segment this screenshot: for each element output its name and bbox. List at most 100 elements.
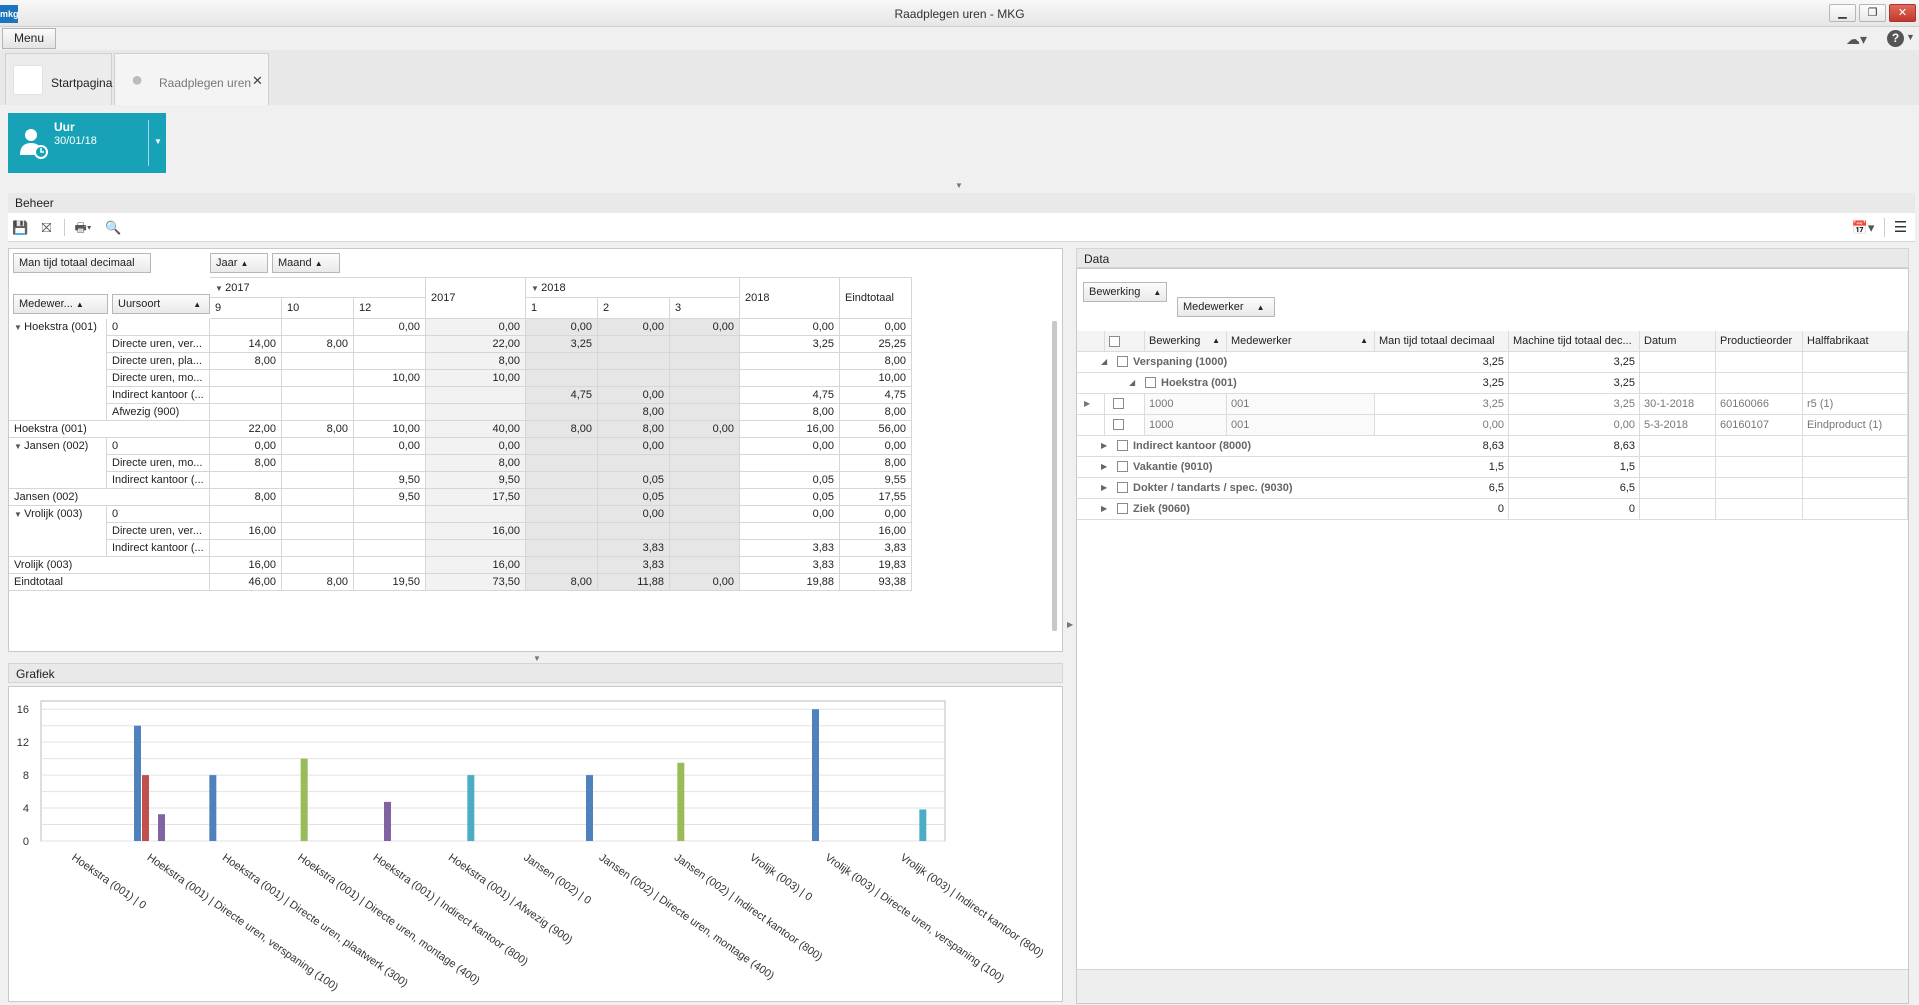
expand-icon[interactable]: ▶	[1101, 457, 1107, 477]
x-tick-label: Hoekstra (001) | Indirect kantoor (800)	[371, 852, 530, 969]
sort-up-icon: ▲	[1256, 303, 1265, 312]
group-machine-tijd: 3,25	[1509, 373, 1640, 394]
group-checkbox[interactable]	[1117, 482, 1128, 493]
pivot-cell: 8,00	[840, 404, 912, 421]
restore-button[interactable]: ❐	[1859, 4, 1886, 22]
empty-cell	[1803, 352, 1908, 373]
empty-cell	[1640, 499, 1716, 520]
cell-bewerking: 1000	[1145, 394, 1227, 415]
pivot-cell	[598, 353, 670, 370]
field-maand[interactable]: Maand ▲	[272, 253, 340, 273]
pivot-cell	[282, 404, 354, 421]
pivot-cell	[282, 387, 354, 404]
expand-icon[interactable]: ▶	[1101, 436, 1107, 456]
pivot-cell	[670, 404, 740, 421]
help-icon[interactable]: ?	[1887, 30, 1904, 47]
vertical-scrollbar[interactable]	[1052, 321, 1057, 631]
footer-bar	[1077, 969, 1908, 1003]
pivot-cell: 0,00	[670, 574, 740, 591]
col-header-2017[interactable]: ▼ 2017	[210, 277, 426, 298]
group-checkbox[interactable]	[1117, 503, 1128, 514]
hamburger-menu-icon[interactable]: ☰	[1892, 220, 1909, 235]
group-field-bewerking[interactable]: Bewerking ▲	[1083, 282, 1167, 302]
column-header-3[interactable]: Machine tijd totaal dec...	[1509, 331, 1640, 352]
print-icon[interactable]: 🖶▾	[70, 220, 96, 235]
pivot-cell	[426, 506, 526, 523]
print-preview-icon[interactable]: 🔍	[105, 220, 122, 235]
field-uursoort[interactable]: Uursoort ▲	[112, 294, 210, 314]
sort-up-icon: ▲	[1212, 336, 1220, 345]
column-header-5[interactable]: Productieorder	[1716, 331, 1803, 352]
close-tab-icon[interactable]: ✕	[252, 73, 263, 89]
save-icon[interactable]: 💾	[12, 220, 29, 235]
column-header-0[interactable]: Bewerking ▲	[1145, 331, 1227, 352]
y-tick-label: 4	[23, 803, 29, 815]
uur-tile[interactable]: Uur 30/01/18 ▼	[8, 113, 166, 173]
collapse-icon[interactable]: ▼	[14, 323, 24, 332]
splitter-arrow-icon[interactable]: ▶	[1067, 620, 1073, 629]
discard-icon[interactable]: ⛝	[38, 220, 55, 235]
chameleon-icon[interactable]: ☁▾	[1846, 31, 1867, 48]
bar	[142, 775, 149, 841]
expand-icon[interactable]: ▶	[1101, 478, 1107, 498]
row-checkbox[interactable]	[1113, 419, 1124, 430]
row-checkbox[interactable]	[1113, 398, 1124, 409]
tab-bar: Startpagina ● Raadplegen uren ✕	[0, 50, 1919, 105]
pivot-cell	[426, 387, 526, 404]
group-row: ▶ Vakantie (9010)	[1077, 457, 1375, 478]
collapse-icon[interactable]: ▼	[14, 510, 24, 519]
pivot-cell: 8,00	[526, 574, 598, 591]
pivot-cell: 4,75	[840, 387, 912, 404]
pivot-cell: 10,00	[354, 370, 426, 387]
col-header-2018[interactable]: ▼ 2018	[526, 277, 740, 298]
menu-button[interactable]: Menu	[2, 28, 56, 49]
column-header-2[interactable]: Man tijd totaal decimaal	[1375, 331, 1509, 352]
group-checkbox[interactable]	[1117, 356, 1128, 367]
sort-up-icon: ▲	[193, 300, 202, 309]
pivot-cell: 8,00	[526, 421, 598, 438]
group-checkbox[interactable]	[1117, 461, 1128, 472]
data-field-button[interactable]: Man tijd totaal decimaal	[13, 253, 151, 273]
col-header-m9: 9	[210, 298, 282, 319]
collapse-arrow-icon[interactable]: ▼	[533, 654, 541, 663]
pivot-cell	[210, 404, 282, 421]
pivot-cell: 19,88	[740, 574, 840, 591]
tile-dropdown-icon[interactable]: ▼	[154, 137, 162, 146]
field-jaar[interactable]: Jaar ▲	[210, 253, 268, 273]
minimize-button[interactable]: ▁	[1829, 4, 1856, 22]
collapse-icon[interactable]: ◢	[1129, 373, 1135, 393]
group-checkbox[interactable]	[1145, 377, 1156, 388]
sort-up-icon: ▲	[240, 259, 249, 268]
close-window-button[interactable]: ✕	[1889, 4, 1916, 22]
group-checkbox[interactable]	[1117, 440, 1128, 451]
select-all-checkbox[interactable]	[1109, 335, 1120, 347]
calendar-icon[interactable]: 📅▾	[1850, 220, 1876, 235]
header-label: 2018	[541, 282, 566, 294]
sort-up-icon: ▲	[1360, 336, 1368, 345]
group-label: Indirect kantoor (8000)	[1133, 440, 1251, 452]
empty-cell	[1716, 457, 1803, 478]
tab-startpagina[interactable]: Startpagina	[5, 53, 112, 105]
column-header-1[interactable]: Medewerker ▲	[1227, 331, 1375, 352]
group-field-medewerker[interactable]: Medewerker ▲	[1177, 297, 1275, 317]
pivot-cell	[740, 370, 840, 387]
group-name: Jansen (002)	[24, 440, 89, 452]
collapse-arrow-icon[interactable]: ▼	[955, 181, 963, 190]
tab-raadplegen-uren[interactable]: ● Raadplegen uren ✕	[114, 53, 269, 105]
column-header-6[interactable]: Halffabrikaat	[1803, 331, 1908, 352]
collapse-icon[interactable]: ▼	[14, 442, 24, 451]
expand-icon[interactable]: ▶	[1101, 499, 1107, 519]
pivot-cell: 0,00	[598, 438, 670, 455]
pivot-cell: 4,75	[740, 387, 840, 404]
help-dropdown-icon[interactable]: ▼	[1906, 32, 1915, 42]
pivot-cell	[354, 336, 426, 353]
cell-datum: 5-3-2018	[1640, 415, 1716, 436]
pivot-cell	[282, 319, 354, 336]
pivot-cell: 9,55	[840, 472, 912, 489]
pivot-cell: 0,05	[598, 489, 670, 506]
collapse-icon[interactable]: ◢	[1101, 352, 1107, 372]
column-header-4[interactable]: Datum	[1640, 331, 1716, 352]
bar	[134, 725, 141, 841]
field-medewerker[interactable]: Medewer... ▲	[13, 294, 108, 314]
field-label: Medewer...	[19, 298, 73, 310]
